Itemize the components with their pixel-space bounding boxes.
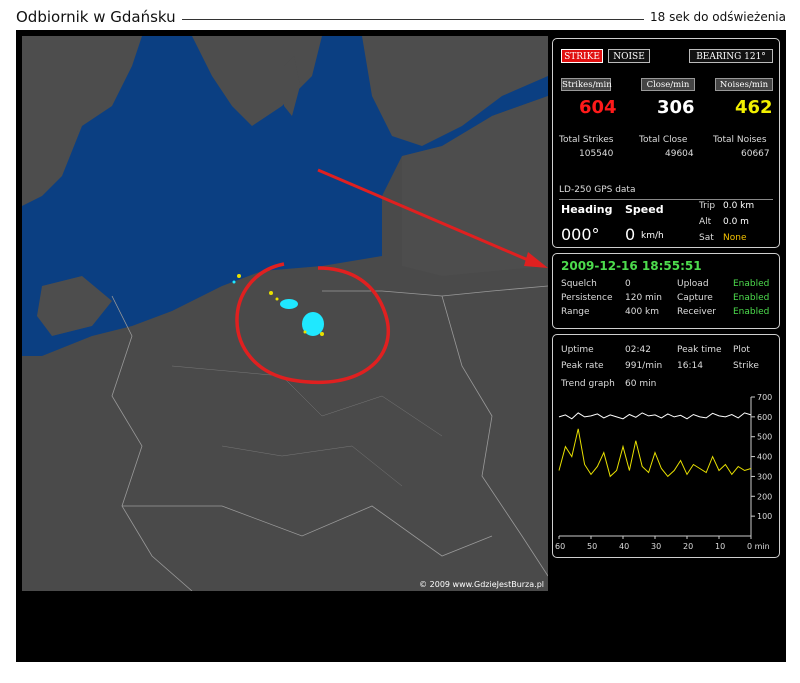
range-label: Range (561, 307, 590, 317)
squelch-value: 0 (625, 279, 631, 289)
sat-value: None (723, 233, 747, 243)
lightning-map[interactable]: © 2009 www.GdzieJestBurza.pl (22, 36, 548, 591)
x-tick-label: 60 (555, 542, 565, 551)
x-tick-label: 20 (683, 542, 693, 551)
x-tick-label: 30 (651, 542, 661, 551)
persistence-value: 120 min (625, 293, 663, 303)
x-tick-label: 40 (619, 542, 629, 551)
strikes-min-label: Strikes/min (561, 78, 612, 91)
heading-label: Heading (561, 203, 613, 216)
trip-label: Trip (699, 201, 716, 211)
receiver-value: Enabled (733, 307, 770, 317)
stats-panel: Uptime 02:42 Peak time Plot Peak rate 99… (552, 334, 780, 558)
y-tick-label: 300 (757, 472, 772, 481)
total-strikes-value: 105540 (579, 149, 614, 159)
upload-value: Enabled (733, 279, 770, 289)
total-close-value: 49604 (665, 149, 694, 159)
capture-label: Capture (677, 293, 713, 303)
bearing-button[interactable]: BEARING 121° (689, 49, 773, 63)
squelch-label: Squelch (561, 279, 597, 289)
trend-graph: 700 600 500 400 300 200 100 60 50 40 30 20 10 0 min (555, 393, 772, 551)
y-tick-label: 700 (757, 393, 772, 402)
strikes-min-value: 604 (579, 97, 617, 118)
map-graphic (22, 36, 548, 591)
trip-value: 0.0 km (723, 201, 755, 211)
counter-panel: STRIKE NOISE BEARING 121° Strikes/min Cl… (552, 38, 780, 248)
map-copyright: © 2009 www.GdzieJestBurza.pl (419, 580, 544, 589)
receiver-frame: © 2009 www.GdzieJestBurza.pl STRIKE NOIS… (16, 30, 786, 662)
alt-label: Alt (699, 217, 712, 227)
total-strikes-label: Total Strikes (559, 135, 614, 145)
receiver-label: Receiver (677, 307, 716, 317)
sat-label: Sat (699, 233, 714, 243)
y-tick-label: 500 (757, 433, 772, 442)
y-tick-label: 200 (757, 492, 772, 501)
alt-value: 0.0 m (723, 217, 749, 227)
total-noises-value: 60667 (741, 149, 770, 159)
x-tick-label: 50 (587, 542, 597, 551)
speed-value: 0 (625, 225, 636, 244)
speed-unit: km/h (641, 231, 664, 241)
gps-title: LD-250 GPS data (559, 185, 636, 195)
y-tick-label: 100 (757, 512, 772, 521)
noise-button[interactable]: NOISE (608, 49, 650, 63)
settings-panel: 2009-12-16 18:55:51 Squelch 0 Upload Ena… (552, 253, 780, 329)
y-tick-label: 400 (757, 453, 772, 462)
speed-label: Speed (625, 203, 664, 216)
range-value: 400 km (625, 307, 660, 317)
total-close-label: Total Close (639, 135, 688, 145)
gps-divider (559, 199, 773, 200)
x-tick-label: 10 (715, 542, 725, 551)
trend-series-line-2 (558, 428, 752, 478)
persistence-label: Persistence (561, 293, 613, 303)
total-noises-label: Total Noises (713, 135, 767, 145)
strike-button[interactable]: STRIKE (561, 49, 603, 63)
page-title: Odbiornik w Gdańsku (16, 8, 182, 26)
heading-value: 000° (561, 225, 600, 244)
close-min-label: Close/min (641, 78, 695, 91)
trend-series-line-1 (558, 412, 752, 420)
y-tick-label: 600 (757, 413, 772, 422)
x-tick-label: 0 min (747, 542, 770, 551)
refresh-countdown: 18 sek do odświeżenia (644, 10, 786, 24)
noises-min-label: Noises/min (715, 78, 773, 91)
datetime: 2009-12-16 18:55:51 (561, 259, 702, 273)
capture-value: Enabled (733, 293, 770, 303)
noises-min-value: 462 (735, 97, 773, 118)
upload-label: Upload (677, 279, 709, 289)
page-header: Odbiornik w Gdańsku 18 sek do odświeżeni… (16, 6, 786, 28)
close-min-value: 306 (657, 97, 695, 118)
